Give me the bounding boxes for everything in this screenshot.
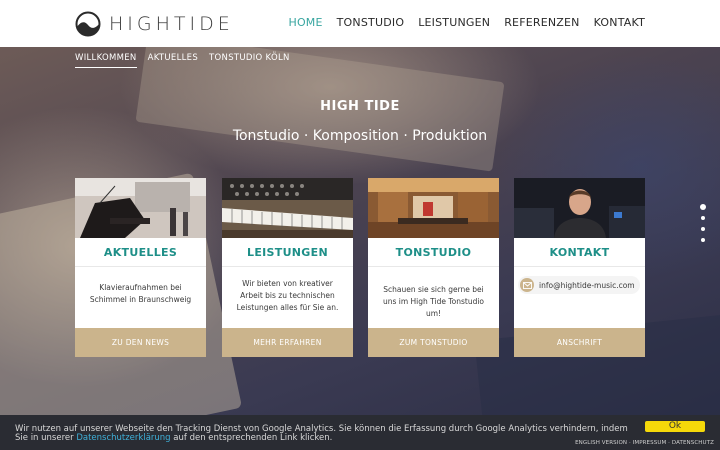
email-row[interactable]: info@hightide-music.com	[518, 276, 640, 294]
english-version-link[interactable]: ENGLISH VERSION	[575, 440, 627, 446]
card-text: Wir bieten von kreativer Arbeit bis zu t…	[236, 279, 339, 312]
subnav-item-willkommen[interactable]: WILLKOMMEN	[75, 53, 137, 68]
card-title: TONSTUDIO	[368, 238, 499, 267]
address-button[interactable]: ANSCHRIFT	[514, 328, 645, 357]
dot-2[interactable]	[701, 216, 705, 220]
card-image-piano[interactable]	[75, 178, 206, 238]
card-image-portrait[interactable]	[514, 178, 645, 238]
card-title: LEISTUNGEN	[222, 238, 353, 267]
mail-icon	[520, 278, 534, 292]
top-bar: HIGHTIDE HOME TONSTUDIO LEISTUNGEN REFER…	[0, 0, 720, 47]
hero-title: HIGH TIDE	[320, 99, 400, 114]
card-text: Klavieraufnahmen bei Schimmel in Braunsc…	[89, 283, 192, 304]
card-aktuelles: AKTUELLES Klavieraufnahmen bei Schimmel …	[75, 178, 206, 357]
card-image-synth[interactable]	[222, 178, 353, 238]
card-text: Schauen sie sich gerne bei uns im High T…	[382, 285, 485, 318]
dot-1[interactable]	[700, 204, 706, 210]
cookie-text-part: auf den entsprechenden Link klicken.	[170, 433, 333, 443]
nav-item-leistungen[interactable]: LEISTUNGEN	[418, 16, 490, 29]
privacy-link[interactable]: Datenschutzerklärung	[76, 433, 170, 443]
email-link[interactable]: info@hightide-music.com	[539, 281, 635, 290]
hero-subtitle: Tonstudio · Komposition · Produktion	[232, 128, 488, 144]
footer-links: ENGLISH VERSION · IMPRESSUM · DATENSCHUT…	[575, 440, 714, 446]
nav-item-referenzen[interactable]: REFERENZEN	[504, 16, 579, 29]
news-button[interactable]: ZU DEN NEWS	[75, 328, 206, 357]
datenschutz-link[interactable]: DATENSCHUTZ	[672, 440, 714, 446]
logo-text: HIGHTIDE	[109, 13, 234, 35]
sub-nav: WILLKOMMEN AKTUELLES TONSTUDIO KÖLN	[75, 53, 290, 68]
studio-button[interactable]: ZUM TONSTUDIO	[368, 328, 499, 357]
dot-3[interactable]	[701, 227, 705, 231]
cookie-banner: Wir nutzen auf unserer Webseite den Trac…	[0, 415, 720, 450]
wave-logo-icon	[75, 11, 101, 37]
card-leistungen: LEISTUNGEN Wir bieten von kreativer Arbe…	[222, 178, 353, 357]
nav-item-kontakt[interactable]: KONTAKT	[594, 16, 645, 29]
more-button[interactable]: MEHR ERFAHREN	[222, 328, 353, 357]
card-kontakt: KONTAKT info@hightide-music.com ANSCHRIF…	[514, 178, 645, 357]
impressum-link[interactable]: IMPRESSUM	[633, 440, 667, 446]
card-image-studio[interactable]	[368, 178, 499, 238]
cookie-text: Wir nutzen auf unserer Webseite den Trac…	[15, 425, 630, 443]
subnav-item-aktuelles[interactable]: AKTUELLES	[148, 53, 198, 68]
card-title: AKTUELLES	[75, 238, 206, 267]
subnav-item-tonstudio-koeln[interactable]: TONSTUDIO KÖLN	[209, 53, 290, 68]
logo[interactable]: HIGHTIDE	[75, 10, 234, 38]
card-tonstudio: TONSTUDIO Schauen sie sich gerne bei uns…	[368, 178, 499, 357]
nav-item-home[interactable]: HOME	[288, 16, 322, 29]
dot-4[interactable]	[701, 238, 705, 242]
card-title: KONTAKT	[514, 238, 645, 267]
cookie-ok-button[interactable]: Ok	[645, 421, 705, 432]
nav-item-tonstudio[interactable]: TONSTUDIO	[337, 16, 405, 29]
main-nav: HOME TONSTUDIO LEISTUNGEN REFERENZEN KON…	[288, 16, 645, 29]
